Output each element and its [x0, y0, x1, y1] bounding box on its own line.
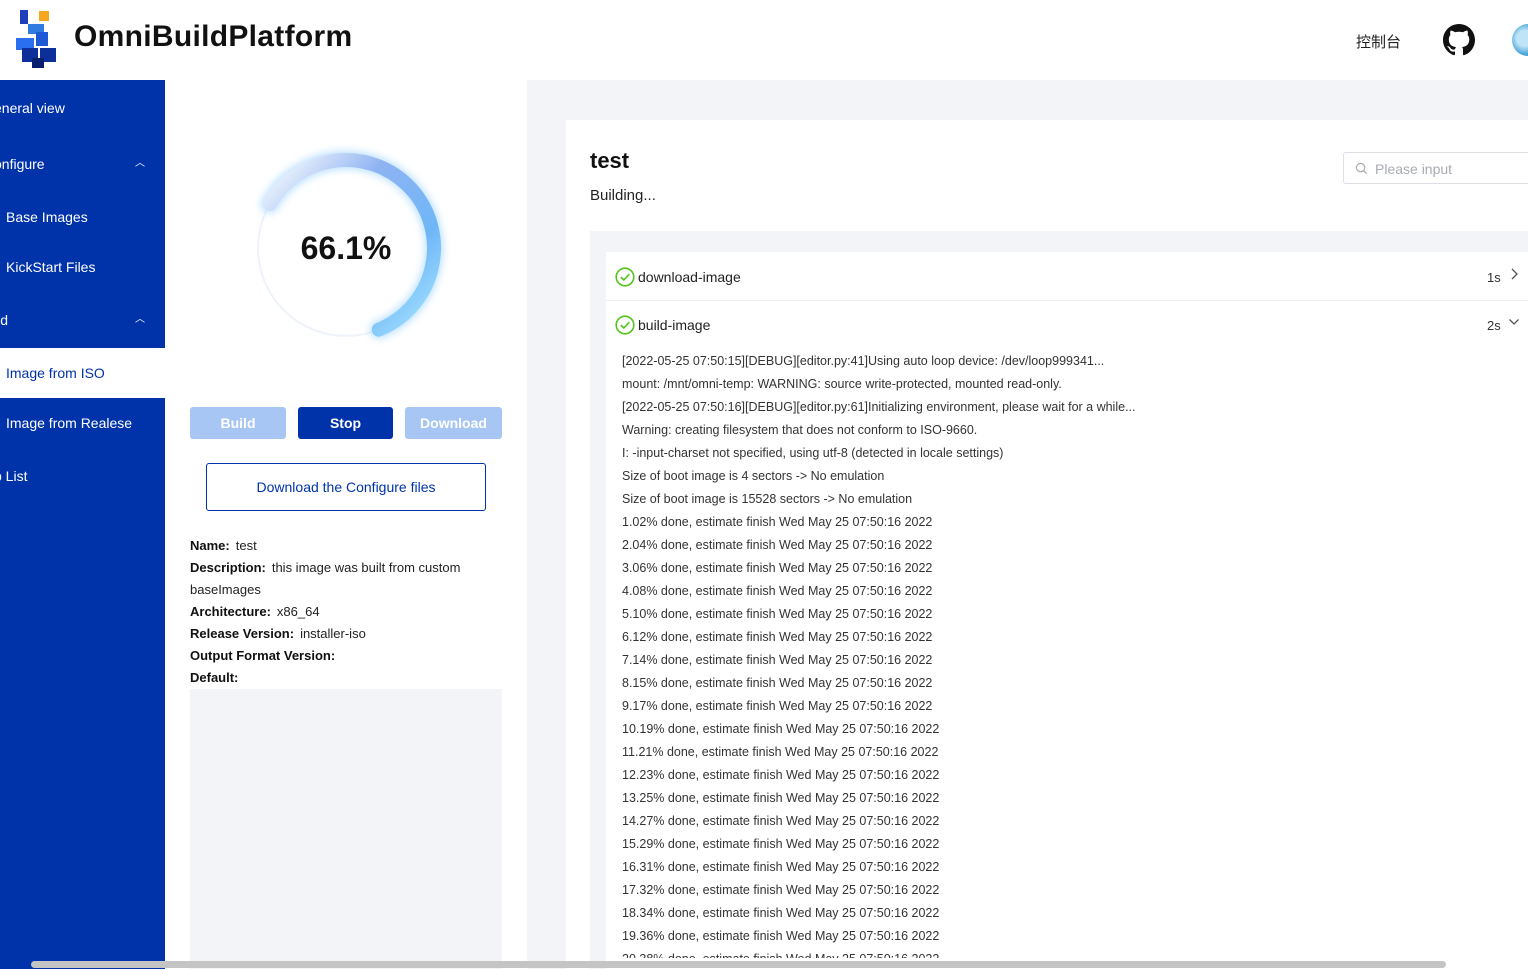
log-line: 2.04% done, estimate finish Wed May 25 0…	[622, 538, 933, 552]
log-line: Size of boot image is 4 sectors -> No em…	[622, 469, 885, 483]
console-link[interactable]: 控制台	[1356, 31, 1401, 52]
sidebar-item-general-view[interactable]: eneral view	[0, 83, 165, 133]
sidebar-item-label: b List	[0, 468, 28, 484]
chevron-up-icon: ︿	[135, 158, 145, 169]
sidebar-item-label: eneral view	[0, 100, 65, 116]
log-line: 7.14% done, estimate finish Wed May 25 0…	[622, 653, 933, 667]
log-line: 20.38% done, estimate finish Wed May 25 …	[622, 948, 1502, 958]
step-duration: 1s	[1487, 270, 1501, 285]
check-circle-icon	[615, 267, 635, 287]
sidebar-item-label: Base Images	[6, 209, 88, 225]
log-line: 18.34% done, estimate finish Wed May 25 …	[622, 906, 940, 920]
chevron-down-icon[interactable]	[1508, 315, 1520, 329]
sidebar-group-configure[interactable]: onfigure ︿	[0, 139, 165, 189]
sidebar-item-label: ild	[0, 312, 9, 328]
log-line: 19.36% done, estimate finish Wed May 25 …	[622, 929, 940, 943]
sidebar-item-label: onfigure	[0, 156, 45, 172]
default-config-box	[190, 689, 502, 969]
log-line: 5.10% done, estimate finish Wed May 25 0…	[622, 607, 933, 621]
image-details: Name: test Description: this image was bui…	[190, 535, 502, 689]
chevron-up-icon: ︿	[135, 314, 145, 325]
sidebar-item-image-from-iso[interactable]: Image from ISO	[0, 348, 165, 398]
sidebar-item-label: Image from Realese	[6, 415, 133, 431]
log-line: 4.08% done, estimate finish Wed May 25 0…	[622, 584, 933, 598]
log-line: 10.19% done, estimate finish Wed May 25 …	[622, 722, 940, 736]
top-header: OmniBuildPlatform 控制台	[0, 0, 1528, 80]
log-line: mount: /mnt/omni-temp: WARNING: source w…	[622, 377, 1062, 391]
log-line: 17.32% done, estimate finish Wed May 25 …	[622, 883, 940, 897]
check-circle-icon	[615, 315, 635, 335]
search-icon	[1355, 162, 1368, 175]
log-line: 11.21% done, estimate finish Wed May 25 …	[622, 745, 939, 759]
step-duration: 2s	[1487, 318, 1501, 333]
sidebar-item-base-images[interactable]: Base Images	[0, 192, 165, 242]
sidebar-item-label: Image from ISO	[6, 365, 105, 381]
sidebar-group-build[interactable]: ild ︿	[0, 295, 165, 345]
log-line: 9.17% done, estimate finish Wed May 25 0…	[622, 699, 933, 713]
github-icon[interactable]	[1443, 24, 1475, 56]
log-line: 12.23% done, estimate finish Wed May 25 …	[622, 768, 940, 782]
chevron-right-icon[interactable]	[1508, 267, 1520, 281]
log-search-input[interactable]: Please input	[1343, 152, 1528, 184]
log-line: Warning: creating filesystem that does n…	[622, 423, 978, 437]
sidebar-item-label: KickStart Files	[6, 259, 96, 275]
build-button[interactable]: Build	[190, 407, 286, 439]
brand-title[interactable]: OmniBuildPlatform	[74, 20, 352, 54]
step-name: build-image	[638, 317, 711, 333]
log-line: [2022-05-25 07:50:15][DEBUG][editor.py:4…	[622, 354, 1105, 368]
detail-architecture: Architecture: x86_64	[190, 604, 320, 619]
download-button[interactable]: Download	[405, 407, 502, 439]
job-status: Building...	[590, 187, 656, 204]
log-line: 8.15% done, estimate finish Wed May 25 0…	[622, 676, 933, 690]
log-line: Size of boot image is 15528 sectors -> N…	[622, 492, 913, 506]
search-placeholder: Please input	[1375, 161, 1453, 177]
horizontal-scrollbar[interactable]	[31, 961, 1446, 968]
log-line: 15.29% done, estimate finish Wed May 25 …	[622, 837, 940, 851]
detail-default: Default:	[190, 670, 239, 685]
log-line: [2022-05-25 07:50:16][DEBUG][editor.py:6…	[622, 400, 1136, 414]
detail-description: Description: this image was built from cu…	[190, 560, 461, 597]
log-line: I: -input-charset not specified, using u…	[622, 446, 1004, 460]
log-line: 14.27% done, estimate finish Wed May 25 …	[622, 814, 940, 828]
step-build-image[interactable]: build-image 2s	[606, 301, 1528, 349]
sidebar-item-kickstart-files[interactable]: KickStart Files	[0, 242, 165, 292]
log-line: 6.12% done, estimate finish Wed May 25 0…	[622, 630, 933, 644]
sidebar-item-image-from-release[interactable]: Image from Realese	[0, 398, 165, 448]
detail-name: Name: test	[190, 538, 257, 553]
sidebar-item-job-list[interactable]: b List	[0, 451, 165, 501]
detail-output-format: Output Format Version:	[190, 648, 336, 663]
logo-icon[interactable]	[14, 8, 60, 70]
detail-release-version: Release Version: installer-iso	[190, 626, 366, 641]
progress-percent: 66.1%	[300, 230, 392, 266]
log-line: 3.06% done, estimate finish Wed May 25 0…	[622, 561, 933, 575]
build-log: [2022-05-25 07:50:15][DEBUG][editor.py:4…	[622, 350, 1502, 958]
step-name: download-image	[638, 269, 741, 285]
download-configure-files-button[interactable]: Download the Configure files	[206, 463, 486, 511]
sidebar: eneral view onfigure ︿ Base Images KickS…	[0, 80, 165, 969]
user-avatar[interactable]	[1512, 24, 1528, 56]
stop-button[interactable]: Stop	[298, 407, 393, 439]
job-title: test	[590, 148, 630, 173]
log-line: 13.25% done, estimate finish Wed May 25 …	[622, 791, 940, 805]
log-line: 1.02% done, estimate finish Wed May 25 0…	[622, 515, 933, 529]
log-line: 16.31% done, estimate finish Wed May 25 …	[622, 860, 940, 874]
step-download-image[interactable]: download-image 1s	[606, 253, 1528, 301]
